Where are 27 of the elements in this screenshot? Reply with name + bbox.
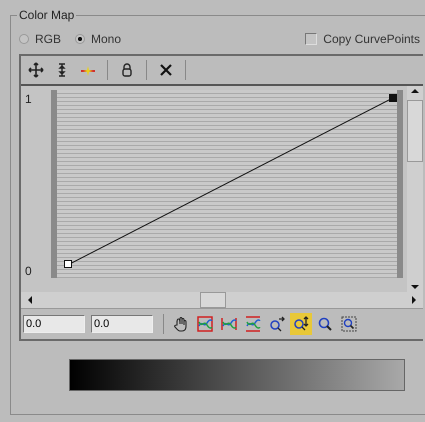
search-icon: [317, 316, 333, 332]
move-icon: [28, 62, 44, 78]
left-arrow-icon[interactable]: [28, 296, 32, 304]
checkbox[interactable]: Copy CurvePoints: [305, 32, 420, 46]
scroll-thumb[interactable]: [200, 292, 226, 308]
vertical-scrollbar[interactable]: [407, 86, 423, 292]
zoom-button[interactable]: [290, 313, 312, 335]
horizontal-scrollbar[interactable]: [21, 292, 423, 308]
curves-icon: [197, 316, 213, 332]
radio-button[interactable]: Mono: [75, 32, 122, 46]
axis-label: 0: [25, 264, 33, 278]
zoom-icon: [269, 316, 285, 332]
zoom-region-icon: [341, 316, 357, 332]
zoom-icon: [293, 316, 309, 332]
curves-icon: [221, 316, 237, 332]
axis-label: 1: [25, 92, 33, 106]
up-arrow-icon[interactable]: [411, 89, 419, 93]
radio-button[interactable]: RGB: [19, 32, 62, 46]
group-title: Color Map: [17, 8, 76, 22]
hand-icon: [173, 316, 189, 332]
delete-icon: [158, 62, 174, 78]
right-arrow-icon[interactable]: [412, 296, 416, 304]
value-field[interactable]: 0.0: [23, 315, 85, 333]
curves-icon: [245, 316, 261, 332]
value-field[interactable]: 0.0: [91, 315, 153, 333]
scroll-thumb[interactable]: [407, 100, 423, 162]
curve-point[interactable]: [64, 260, 72, 268]
